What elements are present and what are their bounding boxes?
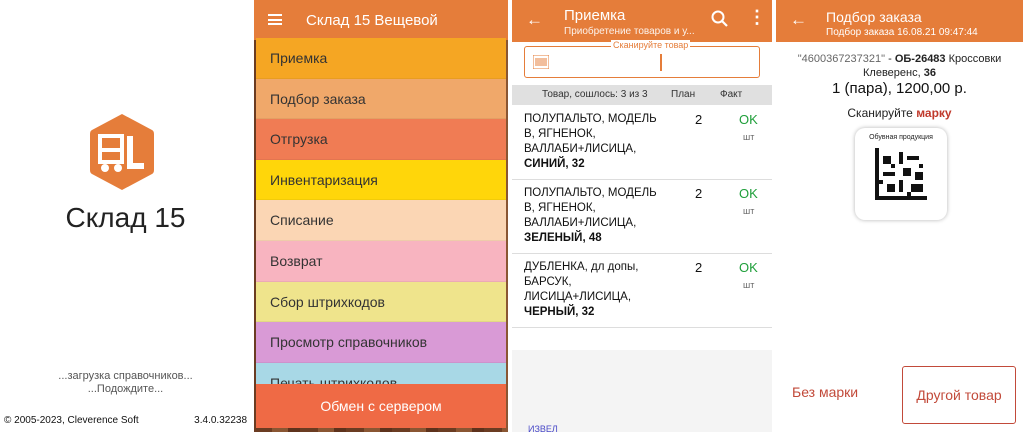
row-line: В, ЯГНЕНОК, — [524, 128, 596, 140]
row-name: ПОЛУПАЛЬТО, МОДЕЛЬ В, ЯГНЕНОК, ВАЛЛАБИ+Л… — [524, 186, 674, 246]
receiving-subtitle: Приобретение товаров и у... — [564, 26, 695, 37]
row-name: ДУБЛЕНКА, дл допы, БАРСУК, ЛИСИЦА+ЛИСИЦА… — [524, 260, 674, 320]
row-unit: шт — [743, 132, 755, 142]
row-plan: 2 — [695, 112, 703, 127]
table-row[interactable]: ПОЛУПАЛЬТО, МОДЕЛЬ В, ЯГНЕНОК, ВАЛЛАБИ+Л… — [512, 106, 772, 180]
picking-title: Подбор заказа — [826, 9, 922, 25]
hamburger-icon[interactable] — [268, 14, 282, 25]
row-line: В, ЯГНЕНОК, — [524, 202, 596, 214]
picking-subtitle: Подбор заказа 16.08.21 09:47:44 — [826, 27, 978, 38]
menu-appbar: Склад 15 Вещевой — [254, 0, 508, 40]
row-fact: OK — [739, 186, 758, 201]
receiving-appbar: ← Приемка Приобретение товаров и у... ⋮ — [512, 0, 772, 42]
row-line-bold: ЧЕРНЫЙ, 32 — [524, 306, 595, 318]
scan-input-label: Сканируйте товар — [611, 40, 691, 50]
splash-screen: Склад 15 ...загрузка справочников... ...… — [0, 0, 251, 432]
item-size: 36 — [923, 67, 936, 79]
row-unit: шт — [743, 280, 755, 290]
loading-line-2: ...Подождите... — [87, 383, 164, 395]
row-fact: OK — [739, 260, 758, 275]
qty-price: 1 (пара), 1200,00 р. — [832, 80, 967, 97]
card-caption: Обувная продукция — [869, 134, 933, 141]
scan-input[interactable]: Сканируйте товар — [524, 40, 760, 78]
menu-item-otgruzka[interactable]: Отгрузка — [256, 119, 506, 160]
menu-item-inventory[interactable]: Инвентаризация — [256, 159, 506, 201]
menu-item-writeoff[interactable]: Списание — [256, 200, 506, 241]
item-barcode: "4600367237321" — [797, 53, 886, 65]
row-line: ДУБЛЕНКА, дл допы, — [524, 261, 639, 273]
row-unit: шт — [743, 206, 755, 216]
main-menu: Приемка Подбор заказа Отгрузка Инвентари… — [256, 38, 506, 404]
col-fact: Факт — [720, 89, 743, 100]
table-row[interactable]: ДУБЛЕНКА, дл допы, БАРСУК, ЛИСИЦА+ЛИСИЦА… — [512, 254, 772, 328]
mark-card: Обувная продукция — [855, 128, 947, 220]
row-line: БАРСУК, — [524, 276, 572, 288]
picking-screen: ← Подбор заказа Подбор заказа 16.08.21 0… — [776, 0, 1023, 432]
main-menu-screen: Склад 15 Вещевой Приемка Подбор заказа О… — [254, 0, 508, 432]
back-arrow-icon[interactable]: ← — [526, 10, 543, 30]
scan-prompt: Сканируйте марку — [776, 106, 1023, 120]
receiving-title: Приемка — [564, 7, 626, 24]
bottom-cut-text: ИЗВЕЛ — [528, 424, 558, 432]
row-line: ВАЛЛАБИ+ЛИСИЦА, — [524, 217, 637, 229]
menu-item-return[interactable]: Возврат — [256, 240, 506, 282]
app-title: Склад 15 — [65, 202, 186, 233]
datamatrix-icon — [875, 148, 927, 200]
item-name-b: Клеверенс, — [863, 67, 921, 79]
more-vert-icon[interactable]: ⋮ — [748, 8, 766, 26]
menu-title: Склад 15 Вещевой — [306, 12, 438, 29]
version: 3.4.0.32238 — [194, 415, 247, 426]
row-line-bold: СИНИЙ, 32 — [524, 158, 585, 170]
picking-appbar: ← Подбор заказа Подбор заказа 16.08.21 0… — [776, 0, 1023, 42]
loading-line-1: ...загрузка справочников... — [58, 370, 193, 382]
search-icon[interactable] — [710, 9, 730, 29]
col-plan: План — [671, 89, 696, 100]
app-logo-icon — [90, 114, 154, 190]
sync-button[interactable]: Обмен с сервером — [256, 384, 506, 428]
copyright: © 2005-2023, Cleverence Soft — [4, 415, 139, 426]
row-line: ЛИСИЦА+ЛИСИЦА, — [524, 291, 632, 303]
row-line: ПОЛУПАЛЬТО, МОДЕЛЬ — [524, 187, 657, 199]
menu-item-priemka[interactable]: Приемка — [256, 38, 506, 79]
item-name-a: Кроссовки — [948, 53, 1002, 65]
row-line: ПОЛУПАЛЬТО, МОДЕЛЬ — [524, 113, 657, 125]
item-info: "4600367237321" - ОБ-26483 Кроссовки Кле… — [797, 53, 1002, 79]
row-line-bold: ЗЕЛЕНЫЙ, 48 — [524, 232, 602, 244]
receiving-screen: ← Приемка Приобретение товаров и у... ⋮ … — [512, 0, 772, 432]
barcode-icon — [533, 55, 549, 69]
menu-item-podbor[interactable]: Подбор заказа — [256, 78, 506, 120]
scan-prompt-mark: марку — [916, 106, 952, 120]
other-item-button[interactable]: Другой товар — [902, 366, 1016, 424]
row-name: ПОЛУПАЛЬТО, МОДЕЛЬ В, ЯГНЕНОК, ВАЛЛАБИ+Л… — [524, 112, 674, 172]
row-line: ВАЛЛАБИ+ЛИСИЦА, — [524, 143, 637, 155]
row-plan: 2 — [695, 186, 703, 201]
row-fact: OK — [739, 112, 758, 127]
menu-item-barcode-collect[interactable]: Сбор штрихкодов — [256, 281, 506, 323]
table-header: Товар, сошлось: 3 из 3 План Факт — [512, 85, 772, 105]
col-item: Товар, сошлось: 3 из 3 — [542, 89, 648, 100]
row-plan: 2 — [695, 260, 703, 275]
text-cursor — [660, 54, 662, 71]
empty-area — [512, 350, 772, 432]
loading-status: ...загрузка справочников... ...Подождите… — [0, 370, 251, 396]
no-mark-button[interactable]: Без марки — [792, 384, 858, 400]
table-row[interactable]: ПОЛУПАЛЬТО, МОДЕЛЬ В, ЯГНЕНОК, ВАЛЛАБИ+Л… — [512, 180, 772, 254]
menu-item-directories[interactable]: Просмотр справочников — [256, 322, 506, 363]
item-article: ОБ-26483 — [894, 53, 946, 65]
back-arrow-icon[interactable]: ← — [790, 10, 807, 30]
scan-prompt-prefix: Сканируйте — [847, 106, 913, 120]
